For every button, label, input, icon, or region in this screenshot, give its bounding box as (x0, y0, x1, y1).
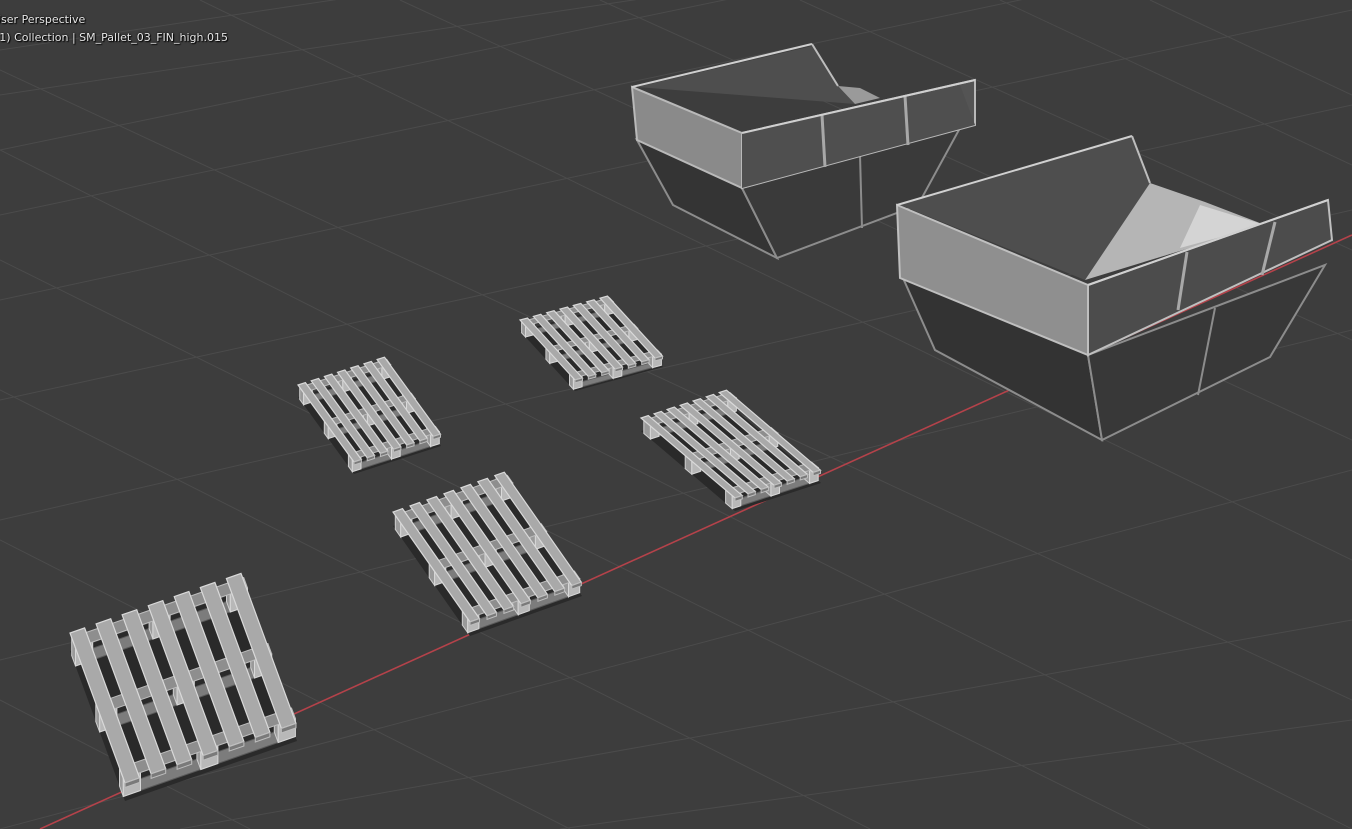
collection-status-label: (1) Collection | SM_Pallet_03_FIN_high.0… (0, 31, 229, 44)
pallet-4[interactable] (518, 295, 664, 391)
scene-canvas[interactable] (0, 0, 1352, 829)
pallet-2[interactable] (392, 471, 583, 636)
pallet-1[interactable] (69, 572, 297, 801)
pallet-3[interactable] (297, 356, 442, 474)
pallets-group (69, 295, 822, 801)
pallet-5[interactable] (639, 389, 822, 511)
view-name-label: User Perspective (0, 13, 86, 26)
skip-container-2[interactable] (895, 135, 1334, 442)
3d-viewport[interactable]: User Perspective (1) Collection | SM_Pal… (0, 0, 1352, 829)
viewport-info-overlay: User Perspective (1) Collection | SM_Pal… (0, 11, 233, 47)
